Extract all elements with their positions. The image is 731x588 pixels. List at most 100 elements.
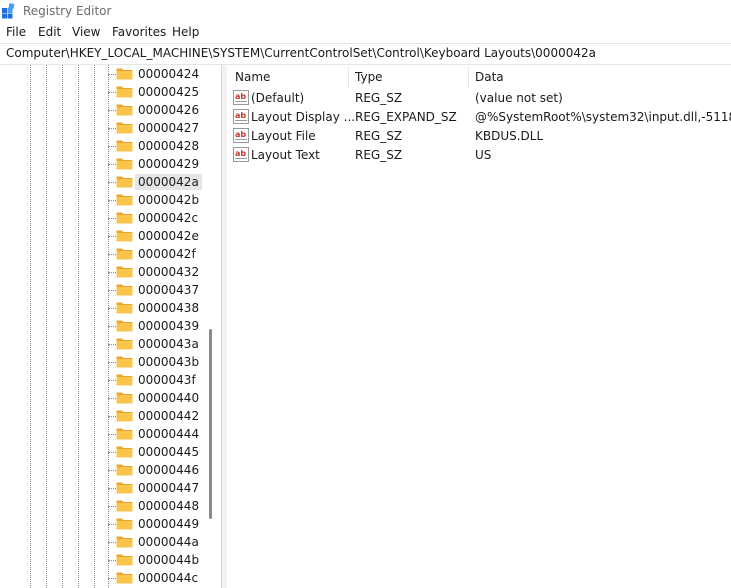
tree-item-label: 0000042b: [138, 193, 200, 207]
tree-item-label: 0000043f: [138, 373, 196, 387]
column-header-name[interactable]: Name: [235, 70, 270, 84]
value-name: (Default): [251, 91, 305, 105]
tree-branch-line: [108, 308, 116, 309]
tree-item-label: 0000043a: [138, 337, 199, 351]
tree-item[interactable]: 00000425: [116, 83, 199, 101]
tree-branch-line: [108, 398, 116, 399]
tree-item[interactable]: 00000447: [116, 479, 199, 497]
tree-item[interactable]: 00000448: [116, 497, 199, 515]
tree-item[interactable]: 0000042f: [116, 245, 196, 263]
tree-item[interactable]: 00000445: [116, 443, 199, 461]
tree-branch-line: [108, 524, 116, 525]
tree-item[interactable]: 00000440: [116, 389, 199, 407]
folder-icon: [116, 409, 133, 422]
folder-icon: [116, 373, 133, 386]
tree-item[interactable]: 0000044c: [116, 569, 198, 587]
window-title: Registry Editor: [23, 4, 112, 18]
folder-icon: [116, 247, 133, 260]
tree-item[interactable]: 00000428: [116, 137, 199, 155]
value-data: @%SystemRoot%\system32\input.dll,-5118: [475, 110, 731, 124]
tree-item[interactable]: 0000043b: [116, 353, 199, 371]
folder-icon: [116, 553, 133, 566]
tree-branch-line: [108, 146, 116, 147]
value-row[interactable]: ab Layout Display ... REG_EXPAND_SZ @%Syste…: [227, 108, 731, 127]
values-list-pane[interactable]: Name Type Data ab (Default) REG_SZ (value n…: [227, 65, 731, 588]
folder-icon: [116, 301, 133, 314]
value-data: (value not set): [475, 91, 563, 105]
tree-item-label: 00000445: [138, 445, 200, 459]
tree-item-label: 0000044c: [138, 571, 199, 585]
tree-item[interactable]: 0000044b: [116, 551, 199, 569]
string-value-icon: ab: [233, 128, 249, 143]
value-row[interactable]: ab (Default) REG_SZ (value not set): [227, 89, 731, 108]
folder-icon: [116, 319, 133, 332]
menu-help[interactable]: Help: [172, 25, 199, 39]
tree-scrollbar[interactable]: [209, 329, 212, 519]
tree-item[interactable]: 00000426: [116, 101, 199, 119]
folder-icon: [116, 445, 133, 458]
tree-item[interactable]: 0000042b: [116, 191, 199, 209]
tree-item[interactable]: 0000042c: [116, 209, 198, 227]
value-name: Layout Display ...: [251, 110, 356, 124]
value-type: REG_EXPAND_SZ: [355, 110, 457, 124]
tree-item[interactable]: 00000444: [116, 425, 199, 443]
tree-item[interactable]: 00000432: [116, 263, 199, 281]
tree-branch-line: [108, 380, 116, 381]
folder-icon: [116, 193, 133, 206]
menu-favorites[interactable]: Favorites: [112, 25, 166, 39]
menu-view[interactable]: View: [72, 25, 100, 39]
menu-file[interactable]: File: [6, 25, 26, 39]
column-divider[interactable]: [348, 67, 349, 87]
tree-item[interactable]: 00000427: [116, 119, 199, 137]
address-bar[interactable]: Computer\HKEY_LOCAL_MACHINE\SYSTEM\Curre…: [0, 43, 731, 65]
tree-item[interactable]: 0000042e: [116, 227, 199, 245]
tree-item[interactable]: 0000044a: [116, 533, 199, 551]
tree-guide-line: [78, 65, 79, 588]
tree-item[interactable]: 00000438: [116, 299, 199, 317]
menu-edit[interactable]: Edit: [38, 25, 61, 39]
tree-item-label: 0000042e: [138, 229, 199, 243]
tree-branch-line: [108, 470, 116, 471]
tree-item[interactable]: 00000446: [116, 461, 199, 479]
tree-branch-line: [108, 218, 116, 219]
tree-item-label: 00000447: [138, 481, 200, 495]
tree-item[interactable]: 00000449: [116, 515, 199, 533]
value-row[interactable]: ab Layout File REG_SZ KBDUS.DLL: [227, 127, 731, 146]
tree-item[interactable]: 0000042a: [116, 173, 202, 191]
string-value-icon: ab: [233, 147, 249, 162]
tree-branch-line: [108, 200, 116, 201]
folder-icon: [116, 139, 133, 152]
column-divider[interactable]: [468, 67, 469, 87]
value-row[interactable]: ab Layout Text REG_SZ US: [227, 146, 731, 165]
tree-item-label: 00000449: [138, 517, 200, 531]
column-header-data[interactable]: Data: [475, 70, 504, 84]
tree-item-label: 00000446: [138, 463, 200, 477]
tree-item-label: 0000044b: [138, 553, 200, 567]
tree-guide-line: [46, 65, 47, 588]
folder-icon: [116, 337, 133, 350]
tree-item[interactable]: 00000439: [116, 317, 199, 335]
tree-item[interactable]: 00000437: [116, 281, 199, 299]
column-header-type[interactable]: Type: [355, 70, 383, 84]
folder-icon: [116, 103, 133, 116]
tree-branch-line: [108, 272, 116, 273]
tree-item[interactable]: 0000043a: [116, 335, 199, 353]
tree-item[interactable]: 00000429: [116, 155, 199, 173]
tree-branch-line: [108, 110, 116, 111]
tree-item[interactable]: 0000043f: [116, 371, 196, 389]
svg-text:ab: ab: [235, 130, 246, 139]
tree-item-label: 00000429: [138, 157, 200, 171]
registry-editor-icon: [1, 3, 17, 19]
tree-item[interactable]: 00000424: [116, 65, 199, 83]
key-tree-pane[interactable]: 00000424 00000425 00000426 00000427 00000428…: [0, 65, 222, 588]
tree-item-label: 00000432: [138, 265, 200, 279]
value-type: REG_SZ: [355, 129, 403, 143]
tree-branch-line: [108, 290, 116, 291]
value-data: US: [475, 148, 492, 162]
tree-item[interactable]: 00000442: [116, 407, 199, 425]
values-list-header: Name Type Data: [227, 65, 731, 89]
tree-item-label: 00000428: [138, 139, 200, 153]
tree-guide-line: [30, 65, 31, 588]
title-bar: Registry Editor: [0, 0, 731, 23]
address-path[interactable]: Computer\HKEY_LOCAL_MACHINE\SYSTEM\Curre…: [6, 46, 596, 60]
